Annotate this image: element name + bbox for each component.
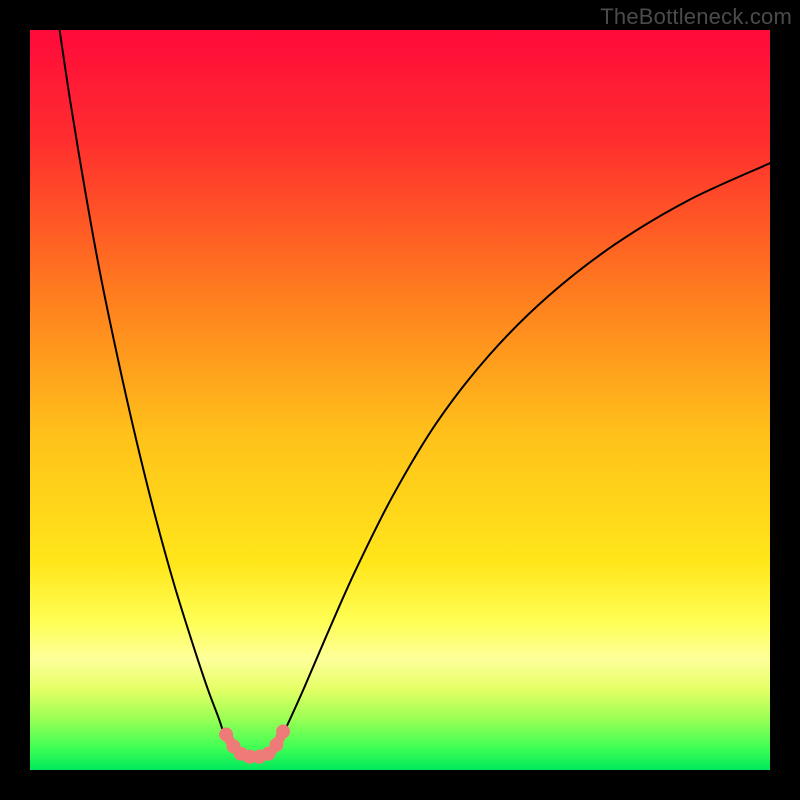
- chart-frame: TheBottleneck.com: [0, 0, 800, 800]
- gradient-background: [30, 30, 770, 770]
- plot-svg: [30, 30, 770, 770]
- plot-area: [30, 30, 770, 770]
- watermark-text: TheBottleneck.com: [600, 4, 792, 30]
